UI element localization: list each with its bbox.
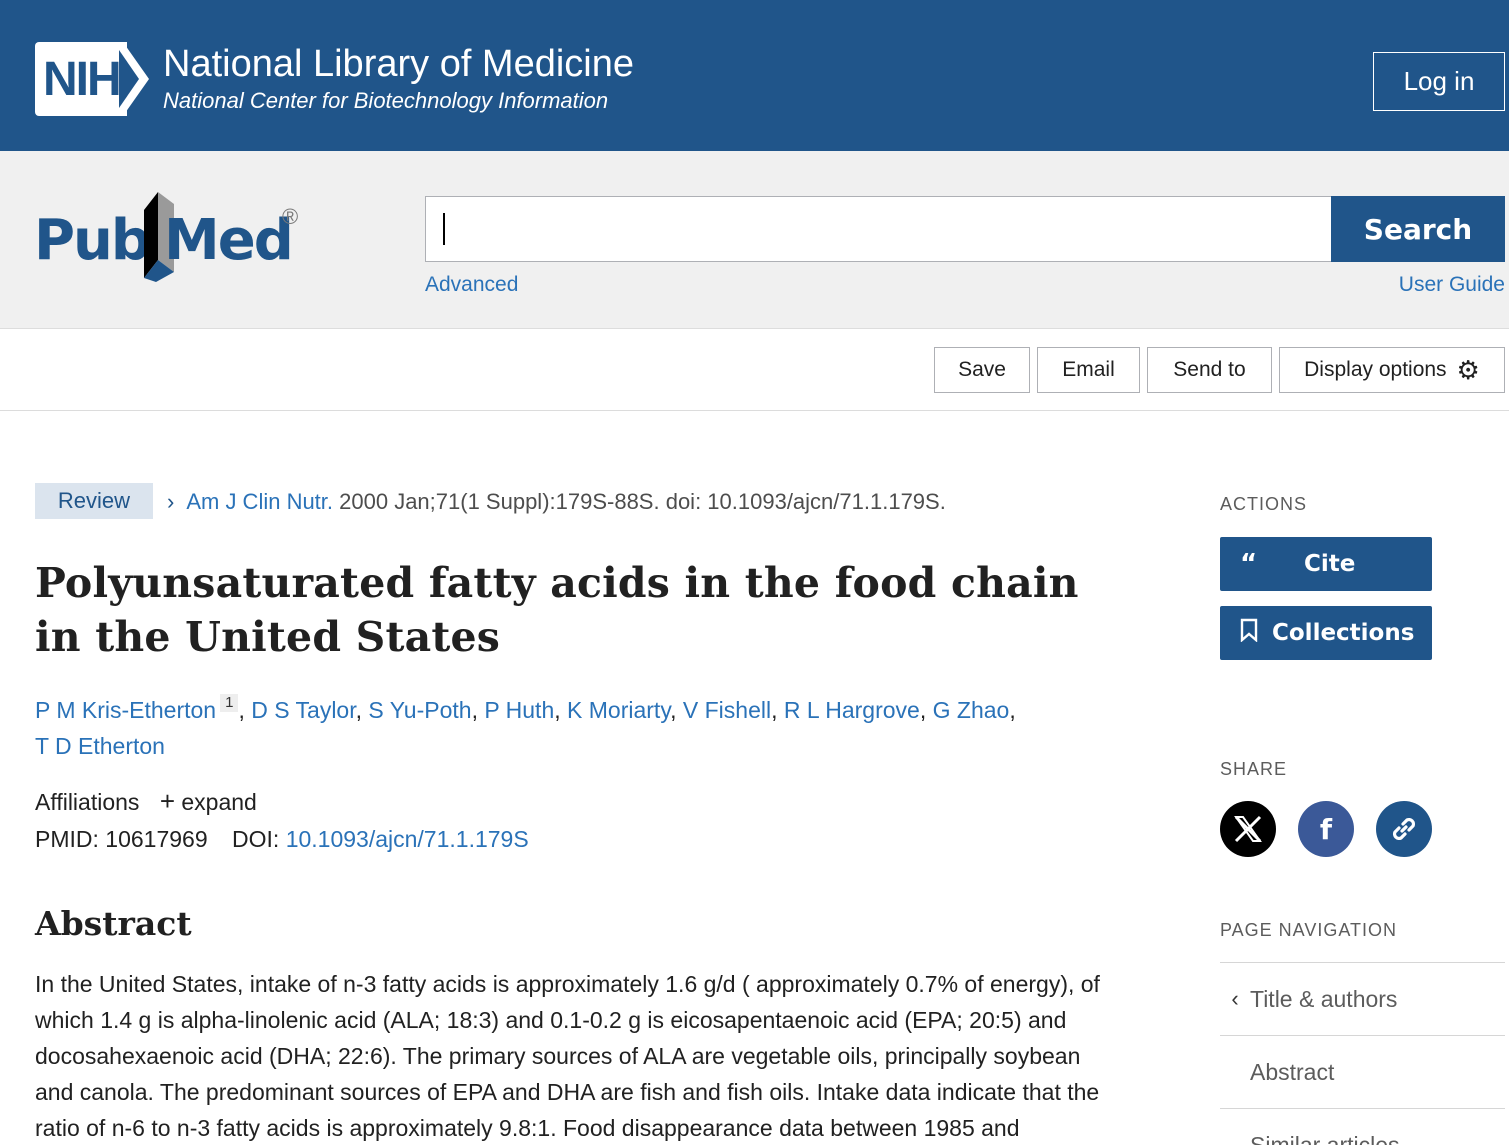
chevron-left-icon: ‹ <box>1231 986 1239 1011</box>
bookmark-icon <box>1240 618 1272 649</box>
send-to-button[interactable]: Send to <box>1147 347 1272 393</box>
pubmed-logo-med: Med <box>164 208 294 273</box>
abstract-heading: Abstract <box>35 904 192 943</box>
email-button[interactable]: Email <box>1037 347 1140 393</box>
display-options-button[interactable]: Display options ⚙ <box>1279 347 1505 393</box>
article-title: Polyunsaturated fatty acids in the food … <box>35 559 1079 661</box>
share-label: SHARE <box>1220 759 1288 779</box>
login-button[interactable]: Log in <box>1373 52 1505 111</box>
email-button-label: Email <box>1062 358 1115 381</box>
expand-affiliations-button[interactable]: expand <box>181 789 256 815</box>
collections-button-label: Collections <box>1272 620 1415 646</box>
pmid-label: PMID: <box>35 826 99 852</box>
citation-line: › Am J Clin Nutr. 2000 Jan;71(1 Suppl):17… <box>167 489 946 515</box>
nav-item-label: Title & authors <box>1250 985 1398 1012</box>
actions-label: ACTIONS <box>1220 494 1308 514</box>
pubmed-logo[interactable]: Pub Med ® <box>34 190 314 286</box>
link-icon[interactable] <box>1376 801 1432 857</box>
author-link[interactable]: G Zhao <box>933 697 1010 723</box>
facebook-icon[interactable]: f <box>1298 801 1354 857</box>
author-link[interactable]: P M Kris-Etherton <box>35 697 216 723</box>
save-button[interactable]: Save <box>934 347 1030 393</box>
doi-label: DOI: <box>232 826 280 852</box>
author-link[interactable]: K Moriarty <box>567 697 670 723</box>
nav-item-similar-articles[interactable]: Similar articles <box>1220 1108 1505 1145</box>
nih-logo-text: NIH <box>43 53 122 106</box>
text-caret <box>443 213 445 245</box>
chevron-right-icon: › <box>167 489 175 514</box>
identifiers-row: PMID: 10617969 DOI: 10.1093/ajcn/71.1.17… <box>35 826 529 853</box>
search-input[interactable] <box>425 196 1332 262</box>
author-link[interactable]: S Yu-Poth <box>368 697 471 723</box>
page-navigation-label: PAGE NAVIGATION <box>1220 920 1398 940</box>
journal-link[interactable]: Am J Clin Nutr. <box>186 489 333 514</box>
nav-item-abstract[interactable]: Abstract <box>1220 1035 1505 1108</box>
save-button-label: Save <box>958 358 1006 381</box>
plus-icon[interactable]: + <box>160 786 175 816</box>
user-guide-link[interactable]: User Guide <box>1399 273 1505 297</box>
doi-link[interactable]: 10.1093/ajcn/71.1.179S <box>286 826 529 852</box>
org-title[interactable]: National Library of Medicine <box>163 43 634 86</box>
author-link[interactable]: T D Etherton <box>35 733 165 759</box>
x-icon[interactable] <box>1220 801 1276 857</box>
abstract-text: In the United States, intake of n-3 fatt… <box>35 971 1100 1141</box>
author-link[interactable]: D S Taylor <box>251 697 355 723</box>
nav-item-title-authors[interactable]: ‹ Title & authors <box>1220 962 1505 1035</box>
gear-icon: ⚙ <box>1456 355 1480 385</box>
nav-item-label: Similar articles <box>1250 1131 1400 1145</box>
pmid-value: 10617969 <box>105 826 208 852</box>
quote-icon: “ <box>1240 549 1258 579</box>
nav-item-label: Abstract <box>1250 1058 1335 1085</box>
collections-button[interactable]: Collections <box>1220 606 1432 660</box>
publication-type-badge: Review <box>35 483 153 519</box>
affiliations-label: Affiliations <box>35 789 140 815</box>
send-to-button-label: Send to <box>1173 358 1246 381</box>
author-link[interactable]: P Huth <box>484 697 554 723</box>
display-options-label: Display options <box>1304 358 1447 381</box>
advanced-search-link[interactable]: Advanced <box>425 273 518 297</box>
pubmed-logo-pub: Pub <box>34 208 151 273</box>
nih-logo[interactable]: NIH <box>35 42 153 116</box>
author-link[interactable]: V Fishell <box>683 697 771 723</box>
registered-mark: ® <box>282 204 299 229</box>
affiliations-row: Affiliations + expand <box>35 786 257 817</box>
author-link[interactable]: R L Hargrove <box>784 697 920 723</box>
cite-button-label: Cite <box>1304 551 1356 577</box>
org-subtitle: National Center for Biotechnology Inform… <box>163 88 609 113</box>
citation-details: 2000 Jan;71(1 Suppl):179S-88S. doi: 10.1… <box>333 489 946 514</box>
affiliation-number[interactable]: 1 <box>220 694 239 712</box>
author-list: P M Kris-Etherton 1, D S Taylor, S Yu-Pot… <box>35 694 1016 759</box>
search-button[interactable]: Search <box>1331 196 1505 262</box>
cite-button[interactable]: “ Cite <box>1220 537 1432 591</box>
